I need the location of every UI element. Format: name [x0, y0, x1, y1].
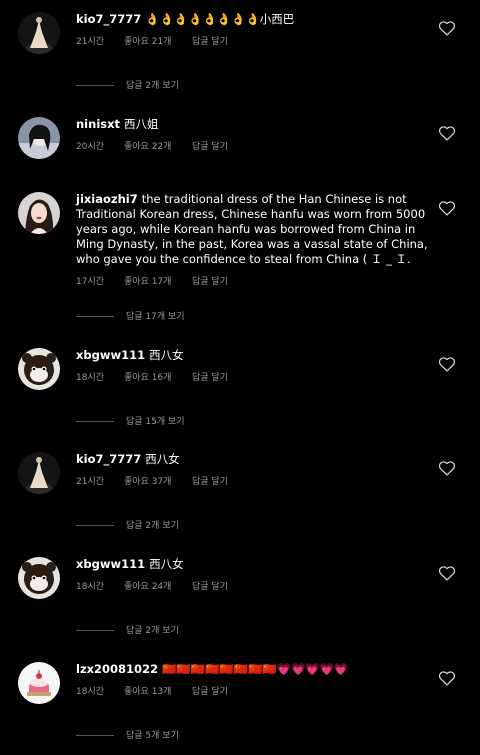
comment-time: 17시간	[76, 277, 105, 287]
view-replies-button[interactable]: 답글 5개 보기	[76, 729, 179, 743]
view-replies-label: 답글 17개 보기	[126, 312, 185, 322]
reply-button[interactable]: 답글 달기	[192, 371, 228, 385]
comment-time: 21시간	[76, 37, 105, 47]
heart-icon[interactable]	[438, 356, 456, 372]
comment-text: 🇨🇳🇨🇳🇨🇳🇨🇳🇨🇳🇨🇳🇨🇳🇨🇳💗💗💗💗💗	[162, 662, 349, 676]
comment-text: 👌👌👌👌👌👌👌👌小西巴	[145, 12, 295, 26]
reply-button[interactable]: 답글 달기	[192, 275, 228, 289]
divider-line	[76, 316, 114, 317]
avatar[interactable]	[18, 348, 60, 390]
comment-username[interactable]: xbgww111	[76, 557, 145, 571]
reply-button[interactable]: 답글 달기	[192, 580, 228, 594]
comment-likes[interactable]: 좋아요 17개	[124, 275, 192, 289]
comment-time: 21시간	[76, 477, 105, 487]
comment-time: 20시간	[76, 142, 105, 152]
view-replies-label: 답글 2개 보기	[126, 81, 179, 91]
comment-username[interactable]: kio7_7777	[76, 452, 141, 466]
reply-button[interactable]: 답글 달기	[192, 35, 228, 49]
avatar[interactable]	[18, 662, 60, 704]
heart-icon[interactable]	[438, 460, 456, 476]
reply-button[interactable]: 답글 달기	[192, 685, 228, 699]
view-replies-label: 답글 5개 보기	[126, 731, 179, 741]
comment-username[interactable]: lzx20081022	[76, 662, 158, 676]
comment-username[interactable]: xbgww111	[76, 348, 145, 362]
comment-likes[interactable]: 좋아요 22개	[124, 140, 192, 154]
comment-text: 西八女	[149, 348, 184, 362]
divider-line	[76, 735, 114, 736]
view-replies-button[interactable]: 답글 2개 보기	[76, 624, 179, 638]
comment-text: 西八女	[145, 452, 180, 466]
view-replies-button[interactable]: 답글 15개 보기	[76, 415, 185, 429]
comment-time: 18시간	[76, 582, 105, 592]
view-replies-button[interactable]: 답글 2개 보기	[76, 79, 179, 93]
comment-likes[interactable]: 좋아요 13개	[124, 685, 192, 699]
comment-text: 西八姐	[124, 117, 159, 131]
avatar[interactable]	[18, 557, 60, 599]
heart-icon[interactable]	[438, 20, 456, 36]
comment-username[interactable]: kio7_7777	[76, 12, 141, 26]
avatar[interactable]	[18, 117, 60, 159]
view-replies-button[interactable]: 답글 2개 보기	[76, 519, 179, 533]
heart-icon[interactable]	[438, 125, 456, 141]
view-replies-label: 답글 2개 보기	[126, 521, 179, 531]
comment-time: 18시간	[76, 373, 105, 383]
comment-likes[interactable]: 좋아요 21개	[124, 35, 192, 49]
divider-line	[76, 421, 114, 422]
comment-text: 西八女	[149, 557, 184, 571]
heart-icon[interactable]	[438, 200, 456, 216]
comment-likes[interactable]: 좋아요 16개	[124, 371, 192, 385]
comment-username[interactable]: ninisxt	[76, 117, 120, 131]
divider-line	[76, 525, 114, 526]
comment-username[interactable]: jixiaozhi7	[76, 192, 138, 206]
comment-time: 18시간	[76, 687, 105, 697]
avatar[interactable]	[18, 192, 60, 234]
divider-line	[76, 630, 114, 631]
divider-line	[76, 85, 114, 86]
view-replies-label: 답글 2개 보기	[126, 626, 179, 636]
view-replies-button[interactable]: 답글 17개 보기	[76, 310, 185, 324]
comment-likes[interactable]: 좋아요 37개	[124, 475, 192, 489]
heart-icon[interactable]	[438, 670, 456, 686]
avatar[interactable]	[18, 12, 60, 54]
heart-icon[interactable]	[438, 565, 456, 581]
reply-button[interactable]: 답글 달기	[192, 140, 228, 154]
comment-likes[interactable]: 좋아요 24개	[124, 580, 192, 594]
avatar[interactable]	[18, 452, 60, 494]
view-replies-label: 답글 15개 보기	[126, 417, 185, 427]
comment-list: kio7_7777 👌👌👌👌👌👌👌👌小西巴 21시간 좋아요 21개 답글 달기 답글…	[0, 0, 480, 755]
reply-button[interactable]: 답글 달기	[192, 475, 228, 489]
